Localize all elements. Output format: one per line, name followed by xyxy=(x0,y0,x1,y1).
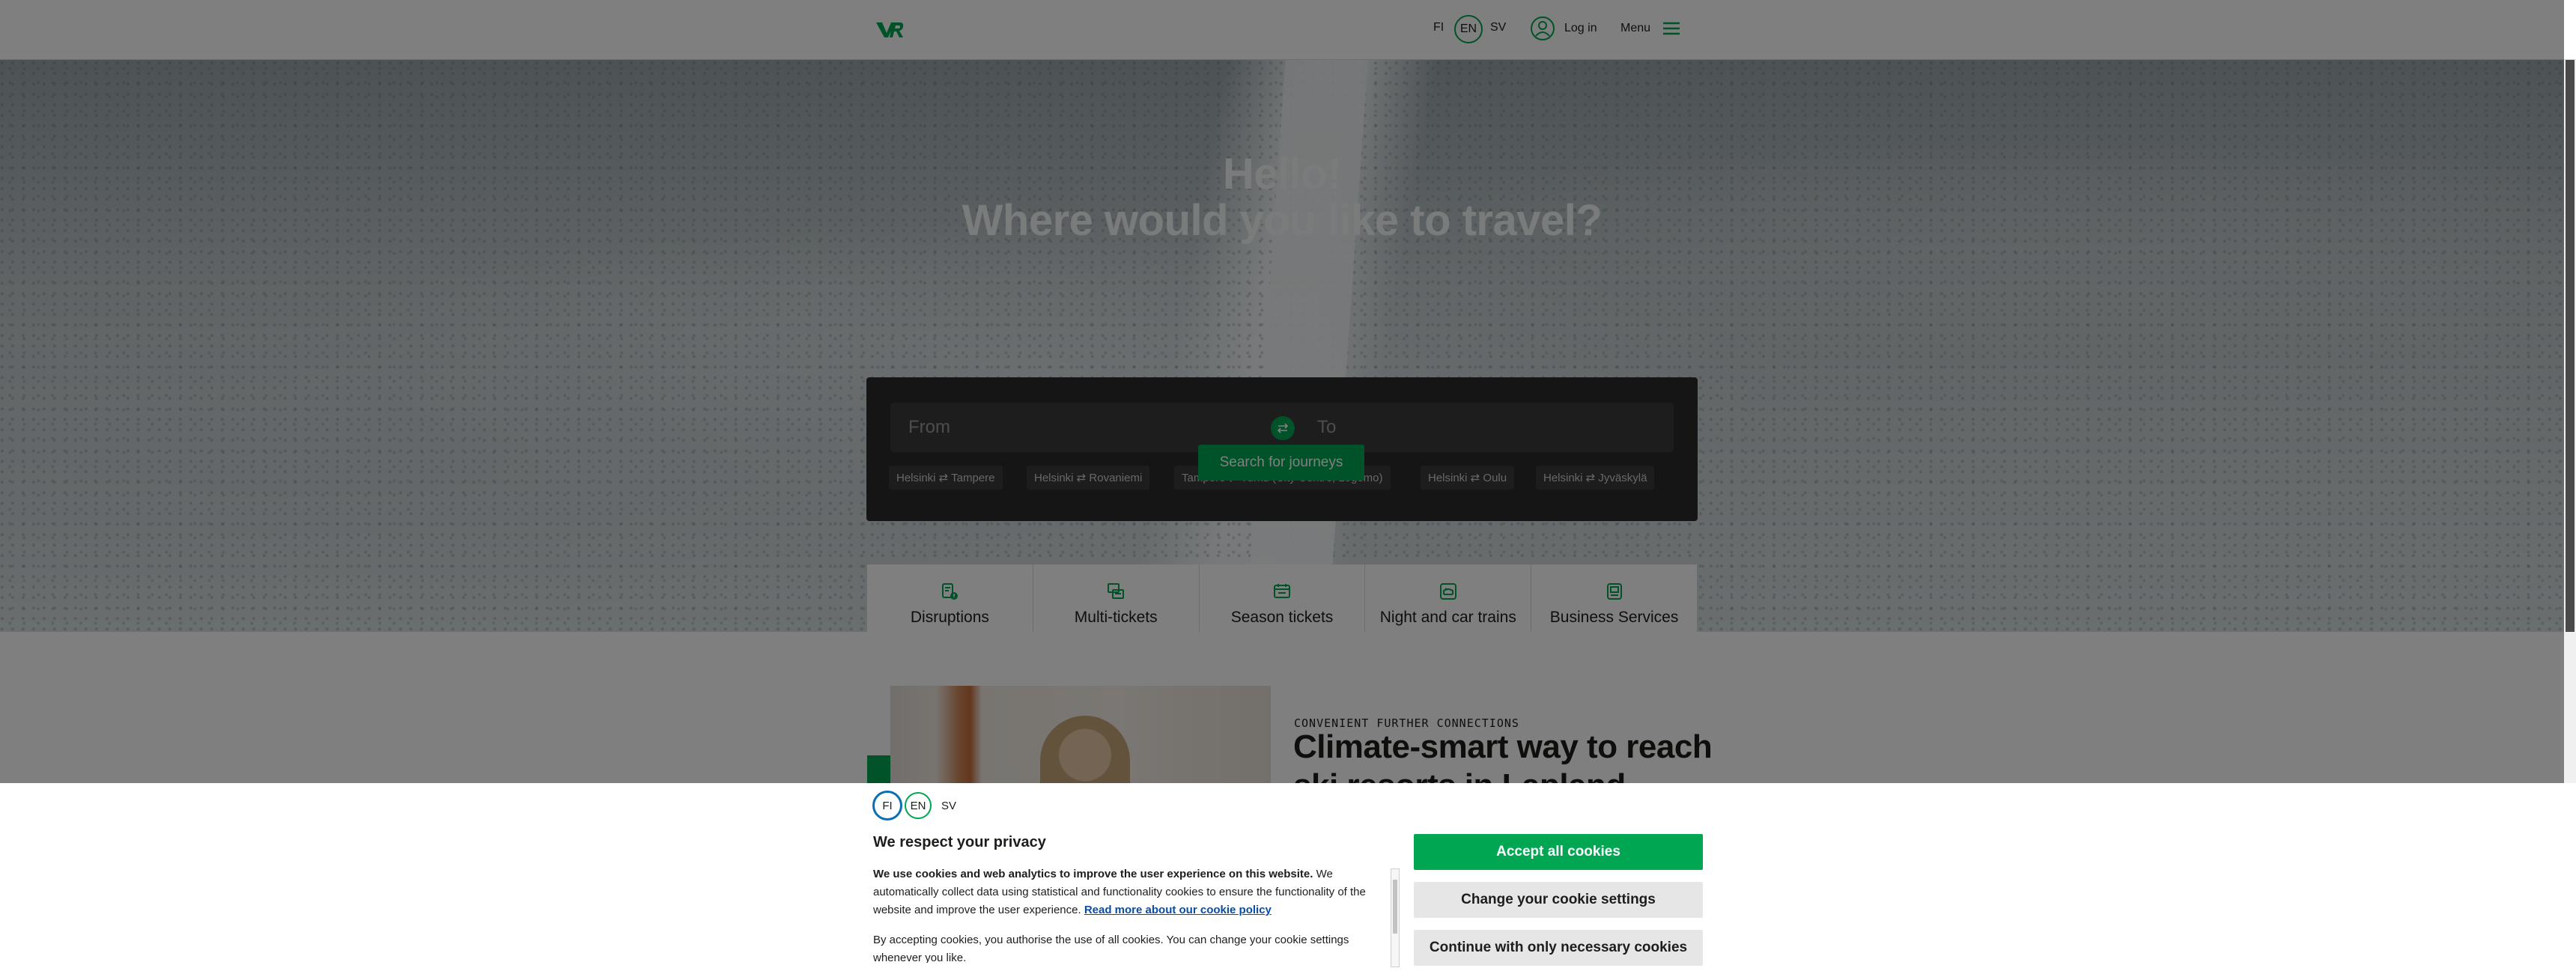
cookie-scrollbar-thumb[interactable] xyxy=(1393,880,1397,934)
necessary-cookies-button[interactable]: Continue with only necessary cookies xyxy=(1414,930,1703,966)
cookie-language-fi[interactable]: FI xyxy=(872,791,902,821)
cookie-body-bold: We use cookies and web analytics to impr… xyxy=(873,868,1313,880)
cookie-language-sv[interactable]: SV xyxy=(938,792,960,819)
cookie-policy-link[interactable]: Read more about our cookie policy xyxy=(1084,904,1272,916)
cookie-settings-button[interactable]: Change your cookie settings xyxy=(1414,882,1703,918)
cookie-consent-banner: FI EN SV We respect your privacy We use … xyxy=(0,783,2576,977)
cookie-body: We use cookies and web analytics to impr… xyxy=(873,865,1390,963)
accept-all-cookies-button[interactable]: Accept all cookies xyxy=(1414,834,1703,870)
scrollbar-thumb[interactable] xyxy=(2566,60,2575,632)
cookie-title: We respect your privacy xyxy=(873,834,1046,850)
cookie-text-scrollbar[interactable] xyxy=(1391,868,1400,967)
cookie-body-second: By accepting cookies, you authorise the … xyxy=(873,934,1349,963)
cookie-language-en[interactable]: EN xyxy=(905,792,932,819)
